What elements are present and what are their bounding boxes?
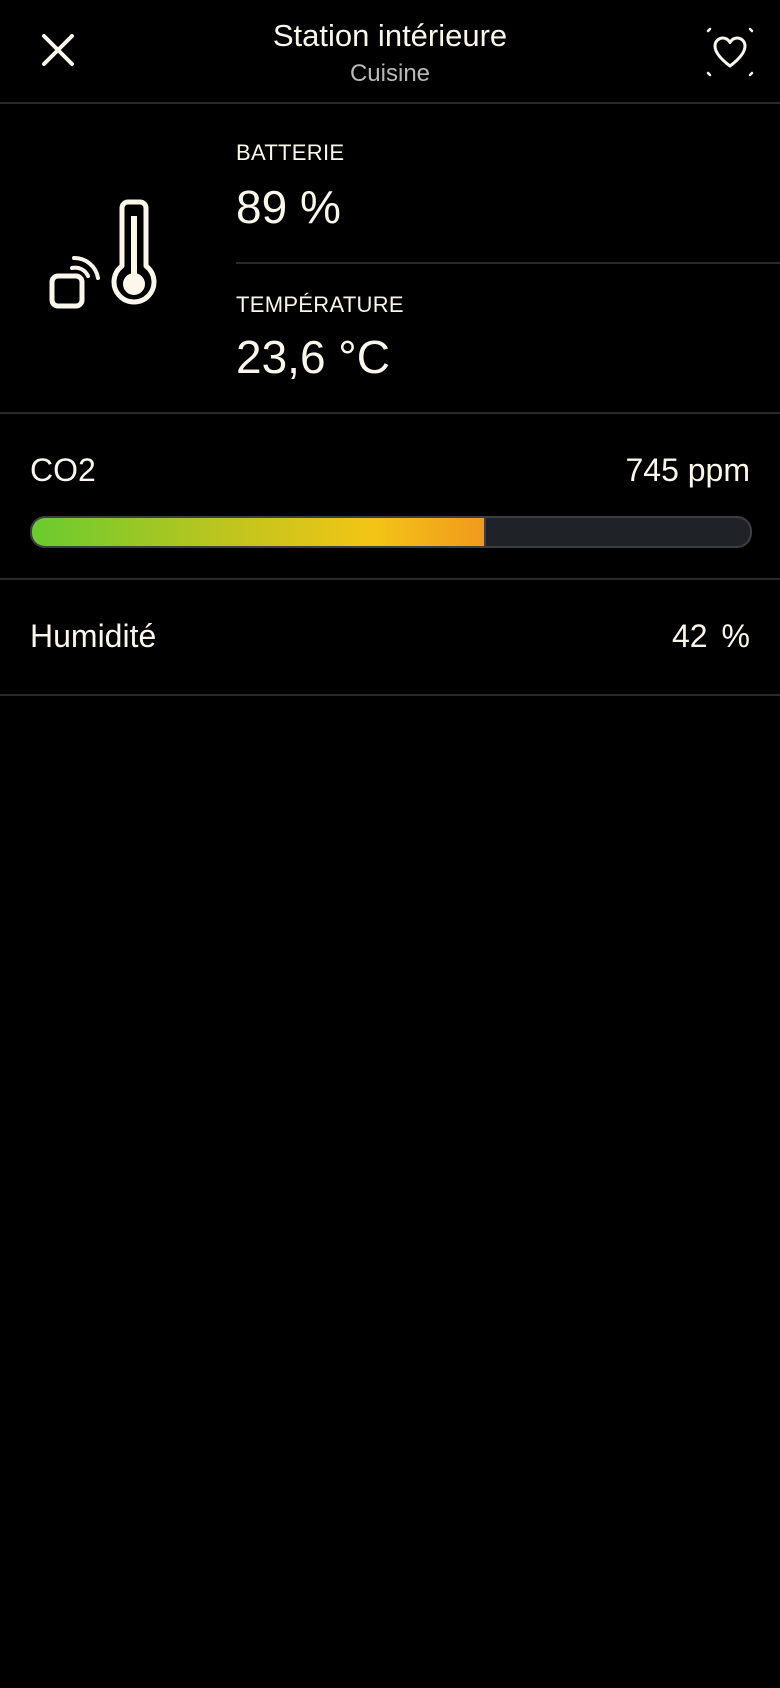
co2-gauge — [30, 516, 752, 548]
room-subtitle: Cuisine — [349, 60, 431, 87]
humidity-unit: % — [721, 618, 750, 654]
thermometer-wireless-icon — [46, 194, 176, 324]
battery-stat: BATTERIE 89 % — [236, 104, 780, 264]
humidity-row: Humidité 42% — [0, 580, 780, 696]
page-title: Station intérieure — [272, 18, 508, 53]
co2-gauge-fill — [32, 518, 487, 546]
favorite-button[interactable] — [704, 26, 756, 78]
co2-label: CO2 — [30, 452, 96, 488]
humidity-value-group: 42% — [672, 618, 750, 655]
temperature-value: 23,6 °C — [236, 331, 390, 383]
close-icon — [42, 34, 74, 66]
header: Station intérieure Cuisine — [0, 0, 780, 104]
co2-row: CO2 745 ppm — [0, 414, 780, 580]
temperature-label: TEMPÉRATURE — [236, 292, 404, 317]
title-block: Station intérieure Cuisine — [150, 16, 630, 92]
device-section: BATTERIE 89 % TEMPÉRATURE 23,6 °C — [0, 104, 780, 414]
battery-value: 89 % — [236, 181, 341, 233]
heart-icon — [706, 27, 754, 77]
humidity-label: Humidité — [30, 618, 157, 654]
temperature-stat: TEMPÉRATURE 23,6 °C — [236, 264, 780, 412]
co2-value: 745 ppm — [625, 452, 750, 488]
battery-label: BATTERIE — [236, 140, 345, 165]
close-button[interactable] — [36, 28, 80, 72]
humidity-value: 42 — [671, 618, 708, 654]
